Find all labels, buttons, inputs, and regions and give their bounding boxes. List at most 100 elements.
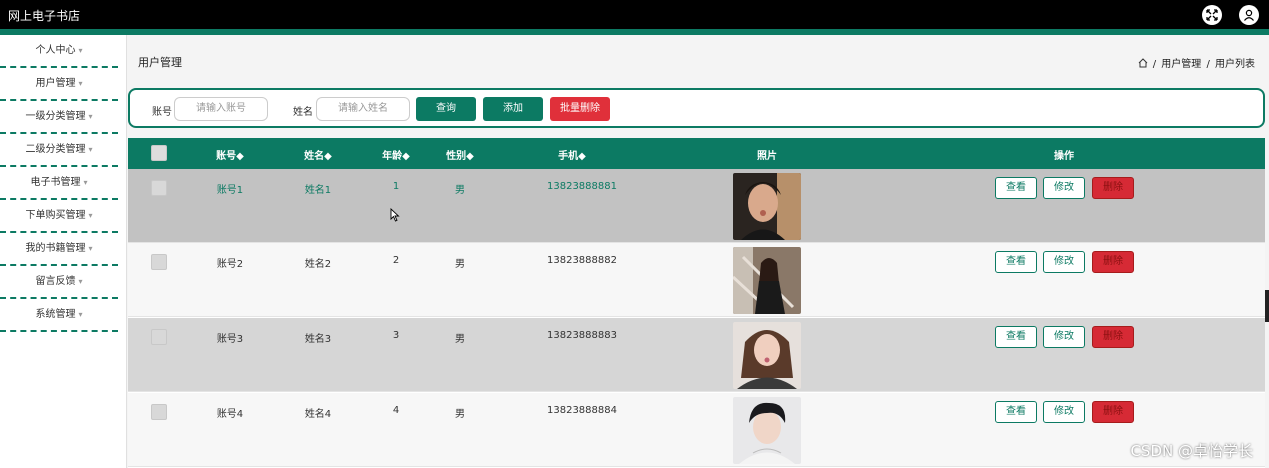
row-checkbox[interactable] <box>151 254 167 270</box>
edit-button[interactable]: 修改 <box>1043 251 1085 273</box>
table-row[interactable]: 账号1 姓名1 1 男 13823888881 查看 修改 删除 <box>128 169 1265 243</box>
sidebar-item-users[interactable]: 用户管理 ▾ <box>0 68 118 101</box>
delete-button[interactable]: 删除 <box>1092 401 1134 423</box>
query-button[interactable]: 查询 <box>416 97 476 121</box>
sidebar: 个人中心 ▾ 用户管理 ▾ 一级分类管理 ▾ 二级分类管理 ▾ 电子书管理 ▾ 下单购买管… <box>0 35 127 468</box>
cell-phone: 13823888884 <box>547 405 617 416</box>
top-bar: 网上电子书店 <box>0 0 1269 29</box>
cell-gender: 男 <box>455 185 465 196</box>
app-title: 网上电子书店 <box>8 9 81 23</box>
view-button[interactable]: 查看 <box>995 251 1037 273</box>
search-panel: 账号 请输入账号 姓名 请输入姓名 查询 添加 批量删除 <box>128 88 1265 128</box>
view-button[interactable]: 查看 <box>995 177 1037 199</box>
mouse-cursor-icon <box>390 208 400 222</box>
sidebar-item-label: 个人中心 <box>35 45 76 56</box>
sidebar-item-label: 留言反馈 <box>35 276 76 287</box>
cell-account: 账号4 <box>216 409 244 420</box>
view-button[interactable]: 查看 <box>995 326 1037 348</box>
watermark: CSDN @卓怡学长 <box>1130 442 1253 460</box>
sidebar-item-system[interactable]: 系统管理 ▾ <box>0 299 118 332</box>
table-row[interactable]: 账号4 姓名4 4 男 13823888884 查看 修改 删除 <box>128 393 1265 467</box>
name-label: 姓名 <box>293 107 313 118</box>
sort-icon: ◆ <box>236 151 244 162</box>
delete-button[interactable]: 删除 <box>1092 177 1134 199</box>
edit-button[interactable]: 修改 <box>1043 401 1085 423</box>
table-row[interactable]: 账号2 姓名2 2 男 13823888882 查看 修改 删除 <box>128 243 1265 317</box>
chevron-down-icon: ▾ <box>78 79 83 88</box>
sidebar-item-my-books[interactable]: 我的书籍管理 ▾ <box>0 233 118 266</box>
sidebar-item-orders[interactable]: 下单购买管理 ▾ <box>0 200 118 233</box>
chevron-down-icon: ▾ <box>88 145 93 154</box>
column-header-actions: 操作 <box>1054 151 1074 162</box>
cell-account: 账号1 <box>216 185 244 196</box>
main-content: 用户管理 / 用户管理 / 用户列表 账号 请输入账号 姓名 请输入姓名 查询 … <box>128 35 1265 468</box>
name-search-input[interactable]: 请输入姓名 <box>316 97 410 121</box>
sidebar-item-feedback[interactable]: 留言反馈 ▾ <box>0 266 118 299</box>
sidebar-item-ebooks[interactable]: 电子书管理 ▾ <box>0 167 118 200</box>
sidebar-item-label: 系统管理 <box>35 309 76 320</box>
cell-age: 1 <box>392 181 400 192</box>
cell-name: 姓名1 <box>304 185 332 196</box>
column-header-name[interactable]: 姓名◆ <box>304 147 332 162</box>
sort-icon: ◆ <box>466 151 474 162</box>
row-checkbox[interactable] <box>151 329 167 345</box>
breadcrumb-separator: / <box>1152 59 1157 70</box>
column-header-account[interactable]: 账号◆ <box>216 147 244 162</box>
page-title: 用户管理 <box>138 56 182 69</box>
cell-age: 2 <box>392 255 400 266</box>
breadcrumb-separator: / <box>1206 59 1210 70</box>
breadcrumb-item[interactable]: 用户管理 <box>1161 59 1201 70</box>
sort-icon: ◆ <box>578 151 586 162</box>
column-header-photo: 照片 <box>757 151 777 162</box>
cell-name: 姓名4 <box>304 409 332 420</box>
sidebar-item-label: 一级分类管理 <box>25 111 86 122</box>
cell-name: 姓名2 <box>304 259 332 270</box>
sort-icon: ◆ <box>402 151 410 162</box>
cell-name: 姓名3 <box>304 334 332 345</box>
fullscreen-icon[interactable] <box>1202 5 1222 25</box>
cell-age: 3 <box>392 330 400 341</box>
cell-phone: 13823888882 <box>547 255 617 266</box>
scrollbar-thumb[interactable] <box>1265 290 1269 322</box>
home-icon[interactable] <box>1138 58 1148 68</box>
table-row[interactable]: 账号3 姓名3 3 男 13823888883 查看 修改 删除 <box>128 318 1265 392</box>
user-table: 账号◆ 姓名◆ 年龄◆ 性别◆ 手机◆ 照片 操作 账号1 姓名1 1 男 13… <box>128 138 1265 468</box>
chevron-down-icon: ▾ <box>88 211 93 220</box>
add-button[interactable]: 添加 <box>483 97 543 121</box>
column-header-phone[interactable]: 手机◆ <box>558 147 586 162</box>
cell-gender: 男 <box>455 409 465 420</box>
cell-age: 4 <box>392 405 400 416</box>
row-checkbox[interactable] <box>151 180 167 196</box>
cell-account: 账号2 <box>216 259 244 270</box>
delete-button[interactable]: 删除 <box>1092 251 1134 273</box>
account-search-input[interactable]: 请输入账号 <box>174 97 268 121</box>
sidebar-item-label: 二级分类管理 <box>25 144 86 155</box>
sidebar-item-profile[interactable]: 个人中心 ▾ <box>0 35 118 68</box>
sidebar-item-label: 我的书籍管理 <box>25 243 86 254</box>
cell-phone: 13823888881 <box>547 181 617 192</box>
table-header: 账号◆ 姓名◆ 年龄◆ 性别◆ 手机◆ 照片 操作 <box>128 138 1265 169</box>
column-header-gender[interactable]: 性别◆ <box>446 147 474 162</box>
cell-gender: 男 <box>455 334 465 345</box>
user-photo <box>733 322 801 389</box>
view-button[interactable]: 查看 <box>995 401 1037 423</box>
sidebar-item-label: 用户管理 <box>35 78 76 89</box>
delete-button[interactable]: 删除 <box>1092 326 1134 348</box>
chevron-down-icon: ▾ <box>78 46 83 55</box>
user-photo <box>733 173 801 240</box>
edit-button[interactable]: 修改 <box>1043 177 1085 199</box>
batch-delete-button[interactable]: 批量删除 <box>550 97 610 121</box>
sidebar-item-category-1[interactable]: 一级分类管理 ▾ <box>0 101 118 134</box>
row-checkbox[interactable] <box>151 404 167 420</box>
chevron-down-icon: ▾ <box>83 178 88 187</box>
select-all-checkbox[interactable] <box>151 145 167 161</box>
account-label: 账号 <box>152 107 172 118</box>
sidebar-item-label: 电子书管理 <box>30 177 81 188</box>
column-header-age[interactable]: 年龄◆ <box>382 147 410 162</box>
cell-account: 账号3 <box>216 334 244 345</box>
sidebar-item-label: 下单购买管理 <box>25 210 86 221</box>
sidebar-item-category-2[interactable]: 二级分类管理 ▾ <box>0 134 118 167</box>
user-icon[interactable] <box>1239 5 1259 25</box>
chevron-down-icon: ▾ <box>78 310 83 319</box>
edit-button[interactable]: 修改 <box>1043 326 1085 348</box>
